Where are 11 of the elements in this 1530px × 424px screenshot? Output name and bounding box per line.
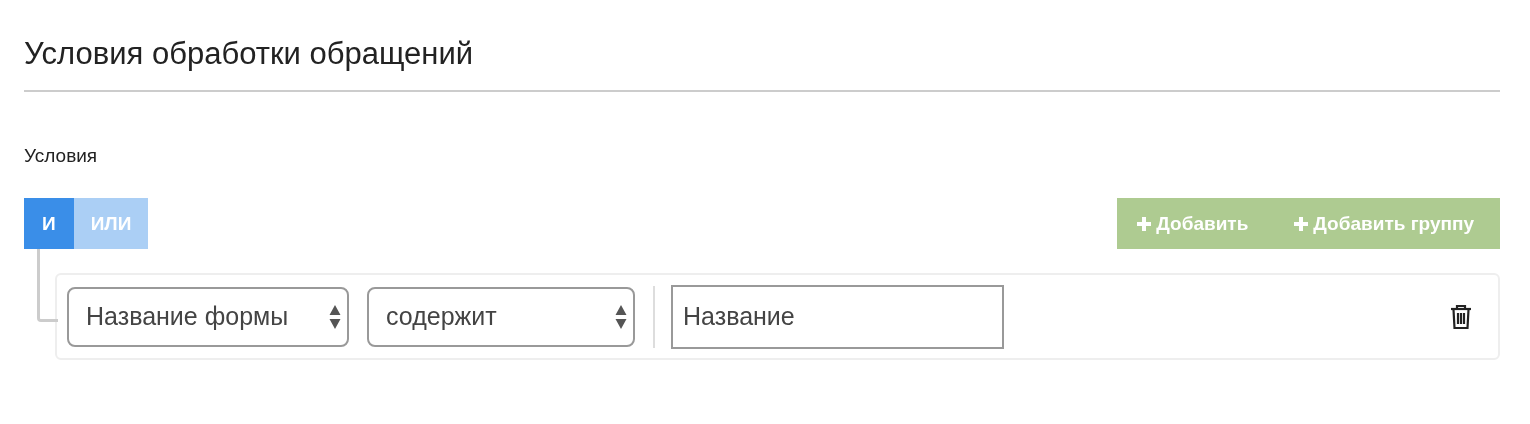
select-field[interactable]: содержит <box>367 286 635 347</box>
plus-icon <box>1137 216 1152 231</box>
plus-icon <box>1294 216 1309 231</box>
logic-toggle-button[interactable]: И <box>24 198 74 249</box>
trash-icon <box>1450 303 1472 330</box>
section-label: Условия <box>24 144 99 168</box>
sort-arrows-icon <box>615 303 627 330</box>
page-title: Условия обработки обращений <box>24 35 475 73</box>
select-field[interactable]: Название формы <box>67 286 349 347</box>
text-input[interactable]: Название <box>671 284 1004 349</box>
sort-arrows-icon <box>329 303 341 330</box>
